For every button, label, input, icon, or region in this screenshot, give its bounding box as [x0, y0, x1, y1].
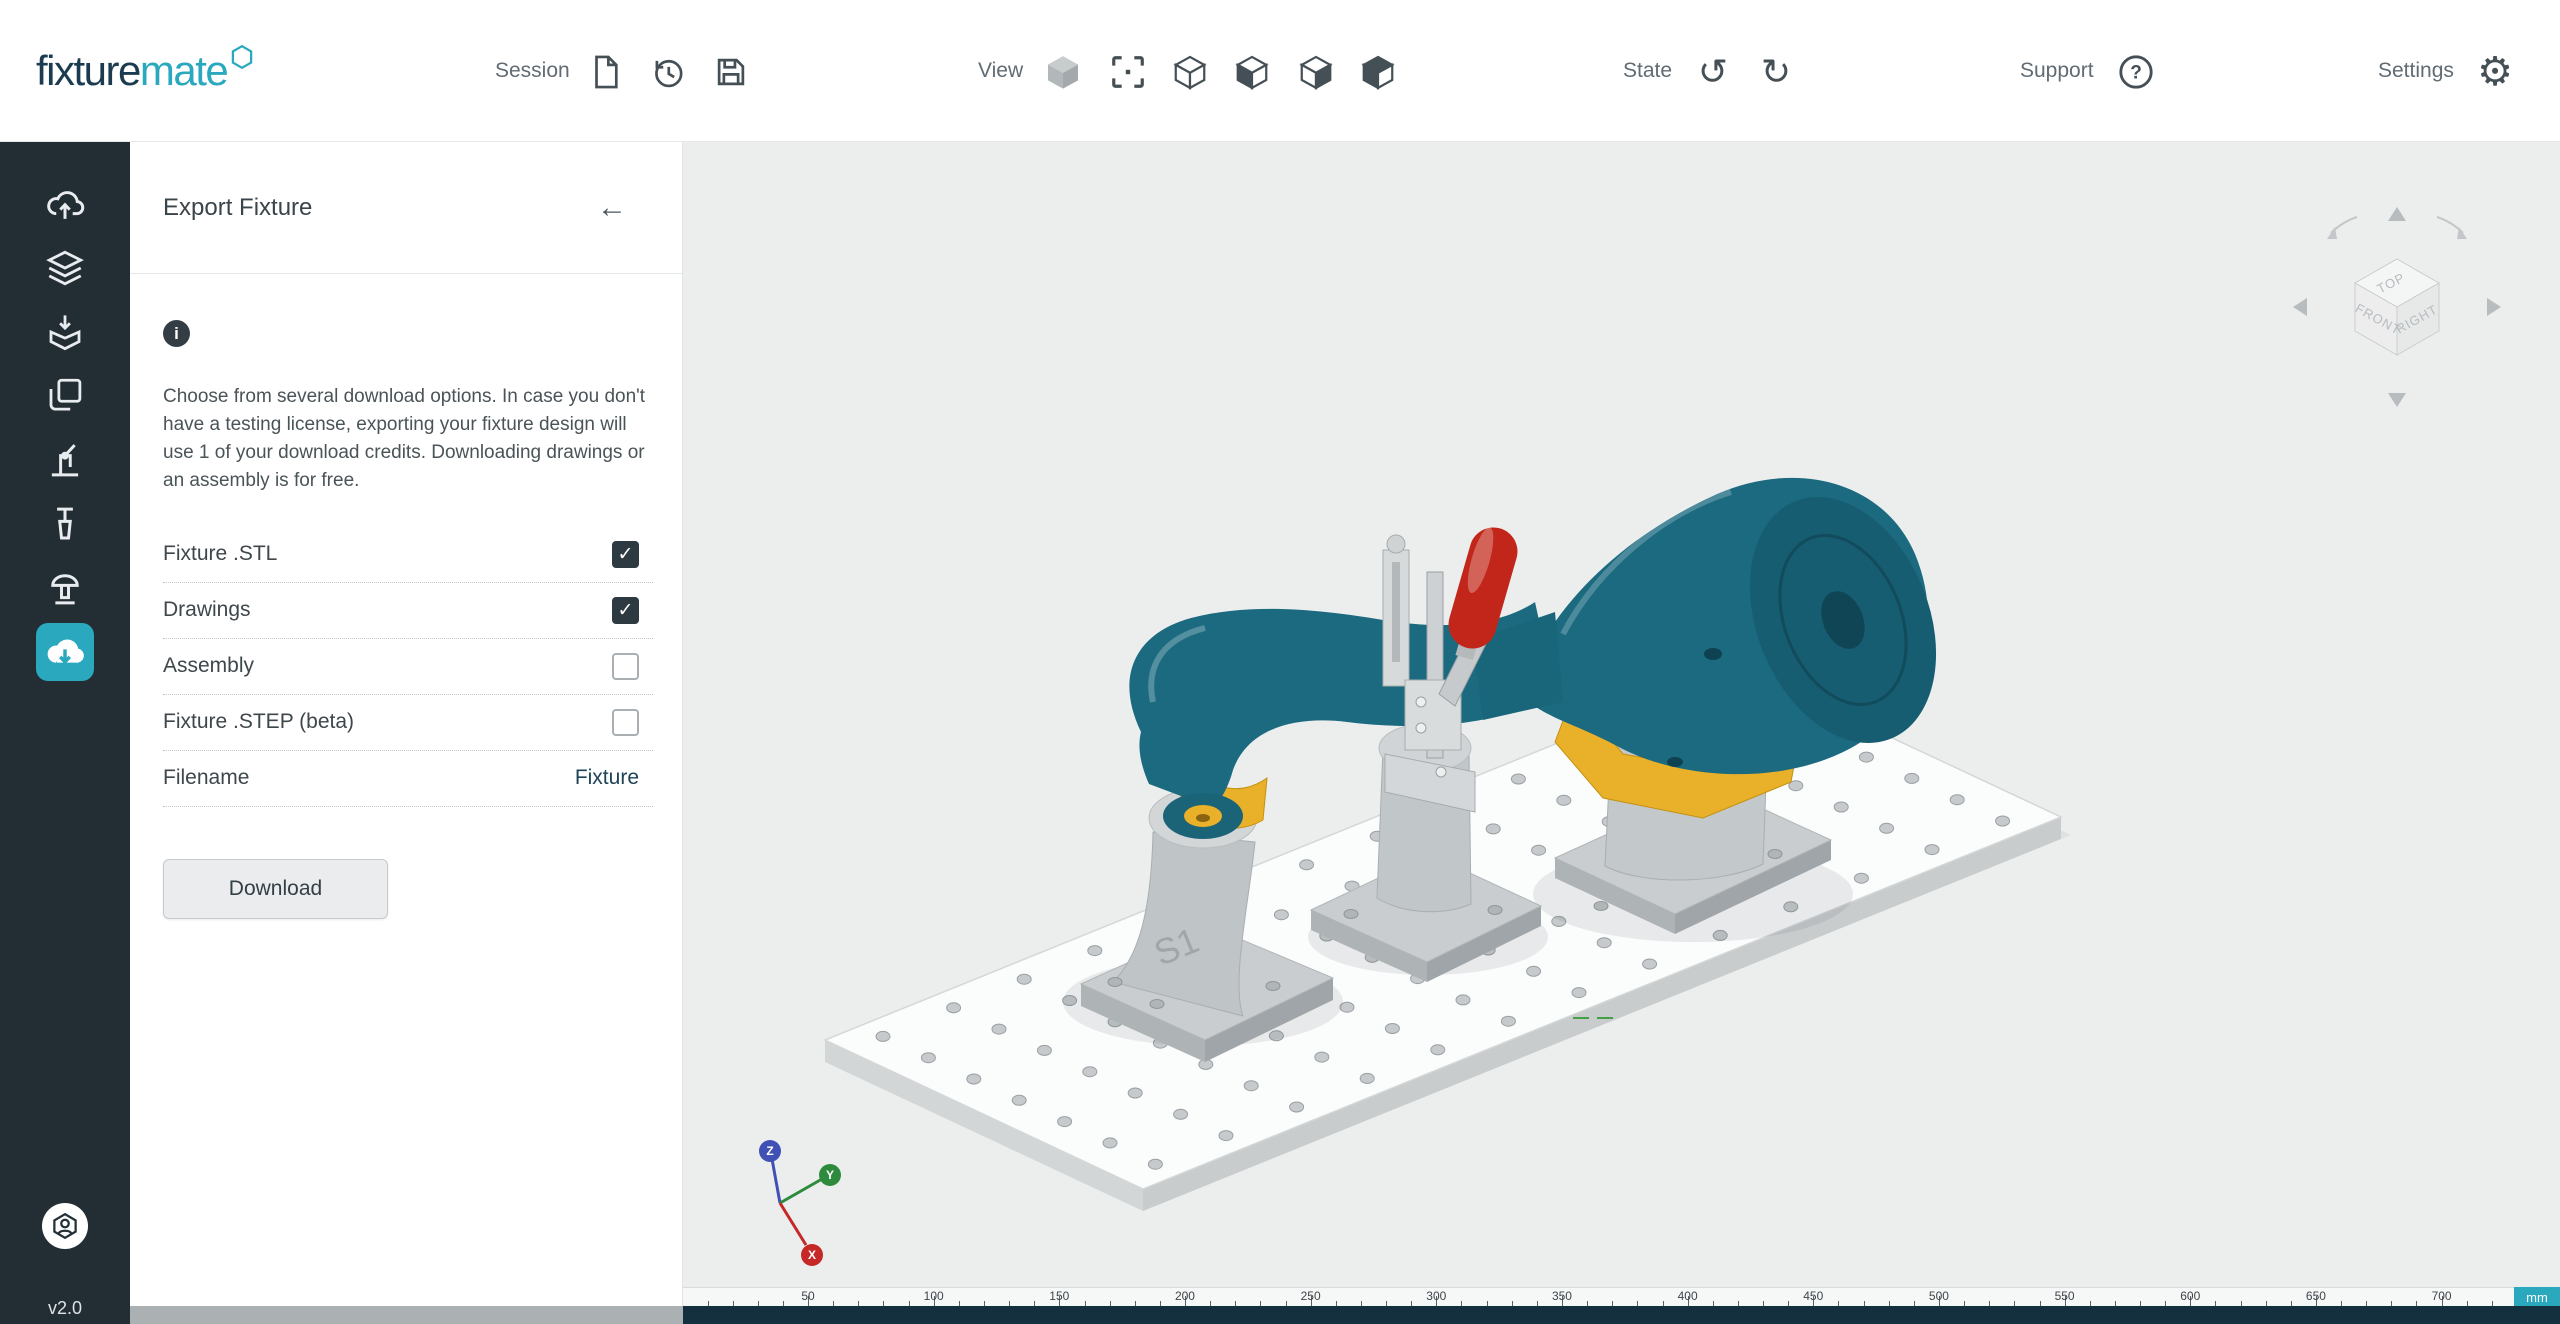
viewcube-arrow-up[interactable] [2388, 207, 2406, 221]
fixture-stl-checkbox[interactable]: ✓ [612, 541, 639, 568]
logo-text-primary: fixture [36, 47, 140, 95]
download-button[interactable]: Download [163, 859, 388, 919]
axis-triad: Z Y X [720, 1133, 870, 1283]
sidebar-item-upload[interactable] [0, 172, 130, 236]
app-logo: fixturemate [36, 0, 254, 142]
pivot-ring [1163, 793, 1243, 839]
boxes-icon [36, 367, 94, 425]
help-icon[interactable]: ? [2114, 50, 2158, 94]
option-label: Fixture .STL [163, 542, 277, 566]
iso-view-icon[interactable] [1168, 50, 1212, 94]
top-bar: fixturemate Session View State ↺ ↻ Suppo… [0, 0, 2560, 142]
right-view-icon[interactable] [1294, 50, 1338, 94]
view-group-label: View [978, 0, 1023, 142]
fixture-step-checkbox[interactable]: ✓ [612, 709, 639, 736]
sidebar-item-orientation[interactable] [0, 300, 130, 364]
sidebar-item-fixture-elements[interactable] [0, 492, 130, 556]
support-press-icon [36, 559, 94, 617]
filename-row: Filename Fixture [163, 751, 653, 807]
hexagon-logo-icon [230, 32, 254, 80]
support-label[interactable]: Support [2020, 0, 2094, 142]
ruler: 5010015020025030035040045050055060065070… [683, 1287, 2560, 1306]
new-document-icon[interactable] [584, 50, 628, 94]
user-avatar[interactable] [42, 1203, 88, 1249]
left-toolbar: v2.0 [0, 142, 130, 1324]
option-row-drawings: Drawings ✓ [163, 583, 653, 639]
settings-gear-icon[interactable]: ⚙ [2473, 50, 2517, 94]
pull-stud-icon [36, 495, 94, 553]
filename-value[interactable]: Fixture [575, 766, 639, 790]
panel-body: i Choose from several download options. … [130, 274, 682, 919]
session-group-label: Session [495, 0, 570, 142]
option-label: Drawings [163, 598, 251, 622]
z-axis-label: Z [766, 1144, 773, 1158]
sidebar-item-export[interactable] [0, 620, 130, 684]
history-icon[interactable] [646, 50, 690, 94]
viewport-bottom-bar [683, 1306, 2560, 1324]
checkmark-icon: ✓ [618, 545, 634, 564]
export-description: Choose from several download options. In… [163, 383, 653, 495]
workpiece-cone [1521, 469, 1971, 774]
info-icon: i [163, 320, 190, 347]
panel-bottom-strip [130, 1306, 683, 1324]
viewcube-arrow-right[interactable] [2487, 298, 2501, 316]
option-row-assembly: Assembly ✓ [163, 639, 653, 695]
cloud-upload-icon [36, 175, 94, 233]
option-row-fixture-step: Fixture .STEP (beta) ✓ [163, 695, 653, 751]
sidebar-item-parts[interactable] [0, 236, 130, 300]
export-panel: Export Fixture ← i Choose from several d… [130, 142, 683, 1306]
app-version: v2.0 [0, 1298, 130, 1319]
sidebar-item-clamps[interactable] [0, 428, 130, 492]
logo-text-secondary: mate [140, 47, 227, 95]
checkmark-icon: ✓ [618, 601, 634, 620]
sidebar-item-duplicates[interactable] [0, 364, 130, 428]
ruler-unit-badge: mm [2514, 1287, 2560, 1307]
cube-import-icon [36, 303, 94, 361]
option-label: Assembly [163, 654, 254, 678]
view-cube[interactable]: TOP FRONT RIGHT [2267, 187, 2527, 427]
svg-text:?: ? [2130, 63, 2142, 84]
state-group-label: State [1623, 0, 1672, 142]
x-axis-label: X [808, 1248, 816, 1262]
panel-header: Export Fixture ← [130, 142, 682, 274]
toggle-clamp-icon [36, 431, 94, 489]
option-label: Fixture .STEP (beta) [163, 710, 354, 734]
option-row-fixture-stl: Fixture .STL ✓ [163, 527, 653, 583]
shaded-view-icon[interactable] [1041, 50, 1085, 94]
panel-title: Export Fixture [163, 194, 597, 222]
left-view-icon[interactable] [1230, 50, 1274, 94]
y-axis-label: Y [826, 1168, 834, 1182]
assembly-checkbox[interactable]: ✓ [612, 653, 639, 680]
fit-view-icon[interactable] [1106, 50, 1150, 94]
export-options-list: Fixture .STL ✓ Drawings ✓ Assembly ✓ Fix… [163, 527, 653, 807]
drawings-checkbox[interactable]: ✓ [612, 597, 639, 624]
undo-icon[interactable]: ↺ [1691, 50, 1735, 94]
viewport-3d: S1 [683, 142, 2560, 1287]
top-view-icon[interactable] [1356, 50, 1400, 94]
viewcube-arrow-left[interactable] [2293, 298, 2307, 316]
viewcube-arrow-down[interactable] [2388, 393, 2406, 407]
back-arrow-icon[interactable]: ← [597, 191, 627, 225]
filename-label: Filename [163, 766, 249, 790]
settings-label[interactable]: Settings [2378, 0, 2454, 142]
layers-icon [36, 239, 94, 297]
sidebar-item-supports[interactable] [0, 556, 130, 620]
cloud-download-icon [36, 623, 94, 681]
save-icon[interactable] [709, 50, 753, 94]
redo-icon[interactable]: ↻ [1754, 50, 1798, 94]
